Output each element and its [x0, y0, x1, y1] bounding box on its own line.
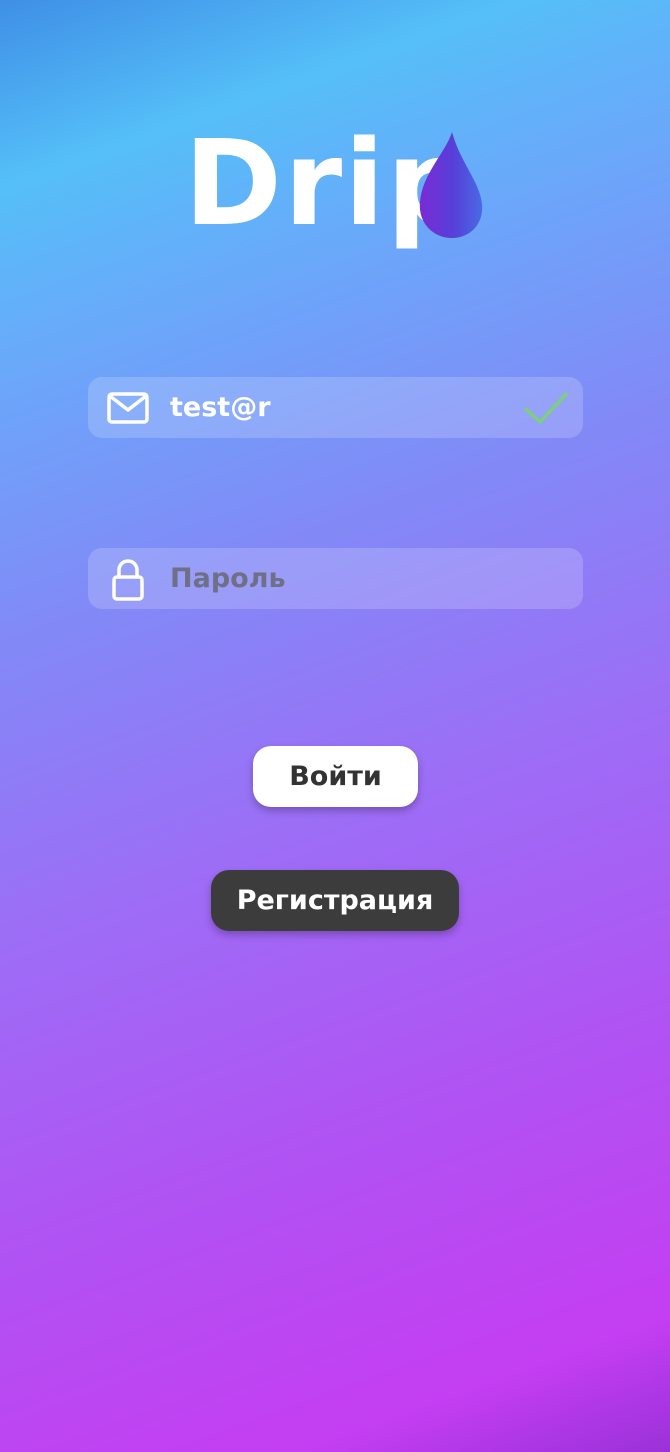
login-screen: Drip test@r Пароль Войти Регистрация	[0, 0, 670, 1452]
checkmark-icon	[524, 392, 568, 424]
water-drop-icon	[419, 132, 483, 238]
password-input[interactable]: Пароль	[170, 548, 286, 609]
password-field[interactable]: Пароль	[88, 548, 583, 609]
register-button[interactable]: Регистрация	[211, 870, 459, 931]
app-logo: Drip	[184, 118, 494, 268]
email-input[interactable]: test@r	[170, 377, 271, 438]
lock-icon	[112, 559, 144, 601]
mail-icon	[107, 392, 149, 424]
login-button[interactable]: Войти	[253, 746, 418, 807]
email-field[interactable]: test@r	[88, 377, 583, 438]
